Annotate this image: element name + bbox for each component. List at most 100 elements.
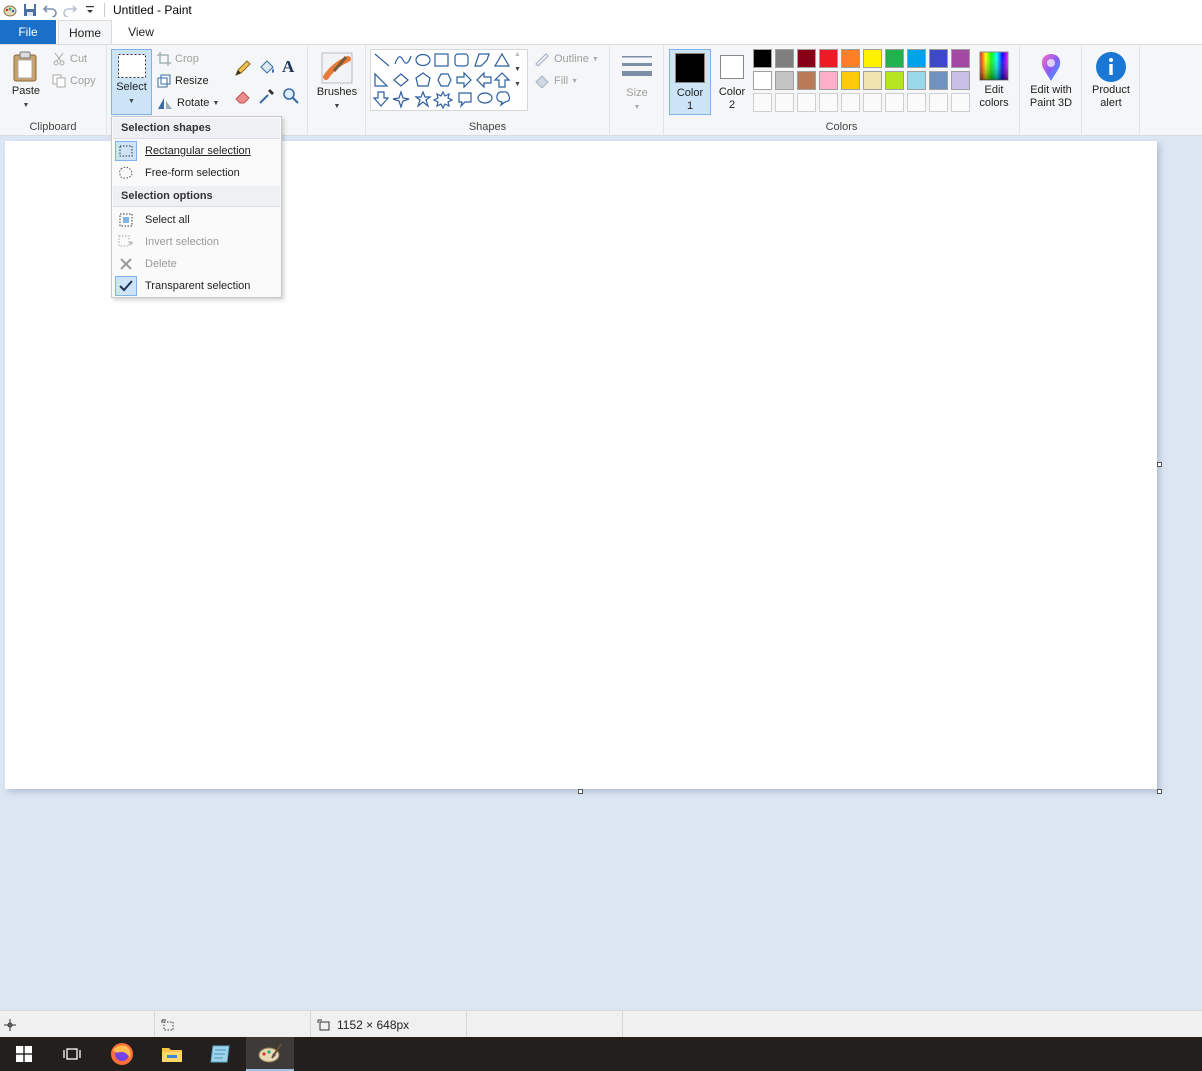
custom-color-slot[interactable] [819, 93, 838, 112]
start-button[interactable] [0, 1037, 48, 1071]
menu-delete[interactable]: Delete [113, 253, 280, 275]
taskbar-paint[interactable] [246, 1037, 294, 1071]
task-view-button[interactable] [48, 1037, 96, 1071]
canvas-resize-handle-bottom[interactable] [578, 789, 583, 794]
color1-button[interactable]: Color 1 [669, 49, 711, 115]
tab-file[interactable]: File [0, 20, 56, 44]
custom-color-slot[interactable] [863, 93, 882, 112]
file-size-cell [467, 1011, 623, 1038]
brushes-button[interactable]: Brushes ▼ [312, 49, 362, 113]
scroll-down-icon[interactable]: ▼ [514, 66, 526, 73]
outline-dropdown-icon: ▼ [591, 55, 599, 63]
fill-label: Fill [554, 75, 569, 87]
color-swatch[interactable] [753, 71, 772, 90]
color-swatch[interactable] [819, 71, 838, 90]
color-swatch[interactable] [753, 49, 772, 68]
edit-colors-button[interactable]: Edit colors [974, 49, 1014, 115]
undo-icon[interactable] [40, 1, 60, 19]
menu-transparent-selection[interactable]: Transparent selection [113, 275, 280, 297]
size-button[interactable]: Size ▼ [616, 49, 658, 113]
color-swatch[interactable] [775, 49, 794, 68]
paint-app-icon[interactable] [0, 1, 20, 19]
rectangular-selection-icon [115, 141, 137, 161]
color2-button[interactable]: Color 2 [712, 49, 752, 115]
tab-home[interactable]: Home [58, 20, 112, 45]
custom-color-slot[interactable] [797, 93, 816, 112]
color-swatch[interactable] [929, 71, 948, 90]
outline-button[interactable]: Outline ▼ [534, 49, 599, 69]
crop-button[interactable]: Crop [157, 49, 199, 69]
custom-color-slot[interactable] [775, 93, 794, 112]
select-button[interactable]: Select ▼ [111, 49, 152, 115]
clipboard-group-label: Clipboard [29, 121, 77, 133]
shapes-more-icon[interactable]: ▼ [514, 81, 526, 88]
menu-rectangular-selection[interactable]: Rectangular selection [113, 140, 280, 162]
eraser-icon[interactable] [234, 87, 252, 108]
taskbar-notes-app[interactable] [196, 1037, 244, 1071]
color-swatch[interactable] [907, 71, 926, 90]
custom-color-slot[interactable] [885, 93, 904, 112]
size-label: Size [626, 87, 648, 99]
magnifier-icon[interactable] [282, 87, 300, 108]
color-swatch[interactable] [951, 71, 970, 90]
title-bar: Untitled - Paint [0, 0, 1202, 20]
canvas-resize-handle-right[interactable] [1157, 462, 1162, 467]
taskbar-file-explorer[interactable] [148, 1037, 196, 1071]
color1-label: Color 1 [676, 87, 704, 112]
custom-color-slot[interactable] [951, 93, 970, 112]
edit-with-paint3d-button[interactable]: Edit with Paint 3D [1024, 49, 1078, 115]
custom-color-slot[interactable] [907, 93, 926, 112]
custom-color-slot[interactable] [753, 93, 772, 112]
notes-app-icon [210, 1045, 230, 1063]
resize-button[interactable]: Resize [157, 71, 209, 91]
fill-button[interactable]: Fill ▼ [534, 71, 578, 91]
shapes-gallery-icons[interactable] [371, 50, 517, 112]
windows-logo-icon [16, 1046, 32, 1062]
customize-toolbar-icon[interactable] [80, 1, 100, 19]
color-swatch[interactable] [907, 49, 926, 68]
color-swatch[interactable] [929, 49, 948, 68]
shapes-group-label: Shapes [468, 121, 507, 133]
menu-invert-selection[interactable]: Invert selection [113, 231, 280, 253]
pencil-icon[interactable] [234, 59, 252, 80]
select-dropdown-icon: ▼ [128, 98, 135, 105]
delete-label: Delete [145, 258, 177, 270]
taskbar-firefox[interactable] [98, 1037, 146, 1071]
selection-options-header: Selection options [113, 186, 280, 207]
folder-icon [162, 1048, 182, 1062]
text-tool-icon[interactable]: A [282, 57, 294, 77]
canvas-size-text: 1152 × 648px [337, 1017, 410, 1032]
rotate-button[interactable]: Rotate ▼ [157, 93, 219, 113]
menu-freeform-selection[interactable]: Free-form selection [113, 162, 280, 184]
save-icon[interactable] [20, 1, 40, 19]
color-swatch[interactable] [885, 71, 904, 90]
color-swatch[interactable] [819, 49, 838, 68]
color-swatch[interactable] [885, 49, 904, 68]
color-swatch[interactable] [951, 49, 970, 68]
shapes-gallery-scroll[interactable]: ▲ ▼ ▼ [514, 51, 526, 109]
scroll-up-icon[interactable]: ▲ [514, 51, 526, 58]
color-swatch[interactable] [841, 71, 860, 90]
color-swatch[interactable] [863, 49, 882, 68]
color-swatch[interactable] [775, 71, 794, 90]
rectangular-select-icon [117, 54, 146, 78]
color-picker-icon[interactable] [258, 87, 276, 108]
color-swatch[interactable] [797, 71, 816, 90]
paste-button[interactable]: Paste ▼ [6, 49, 46, 113]
canvas-resize-handle-corner[interactable] [1157, 789, 1162, 794]
custom-color-slot[interactable] [929, 93, 948, 112]
fill-bucket-icon[interactable] [258, 59, 276, 80]
menu-select-all[interactable]: Select all [113, 209, 280, 231]
color-swatch[interactable] [797, 49, 816, 68]
tab-view[interactable]: View [116, 20, 166, 44]
custom-color-slot[interactable] [841, 93, 860, 112]
color-swatch[interactable] [863, 71, 882, 90]
color-swatch[interactable] [841, 49, 860, 68]
copy-button[interactable]: Copy [52, 71, 96, 91]
crop-label: Crop [175, 53, 199, 65]
product-alert-button[interactable]: Product alert [1084, 49, 1138, 115]
rectangular-selection-label: Rectangular selection [145, 145, 251, 157]
brushes-group: Brushes ▼ [308, 45, 366, 136]
redo-icon[interactable] [60, 1, 80, 19]
cut-button[interactable]: Cut [52, 49, 87, 69]
